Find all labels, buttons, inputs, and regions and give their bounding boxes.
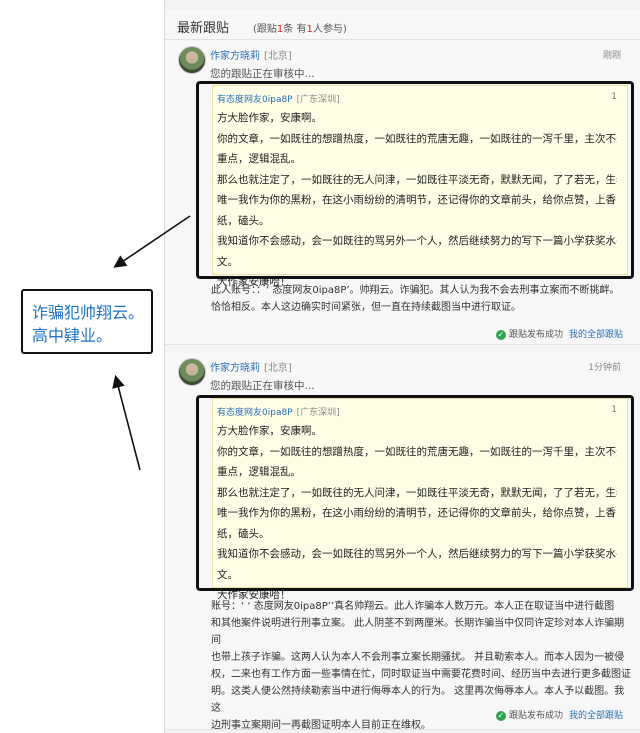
arrow-up [113, 215, 191, 268]
arrow-down [112, 374, 141, 471]
annotation-callout: 诈骗犯帅翔云。 高中肄业。 [21, 289, 153, 354]
callout-line-1: 诈骗犯帅翔云。 [32, 303, 145, 322]
callout-line-2: 高中肄业。 [32, 326, 113, 345]
annotation-arrows [112, 215, 191, 471]
